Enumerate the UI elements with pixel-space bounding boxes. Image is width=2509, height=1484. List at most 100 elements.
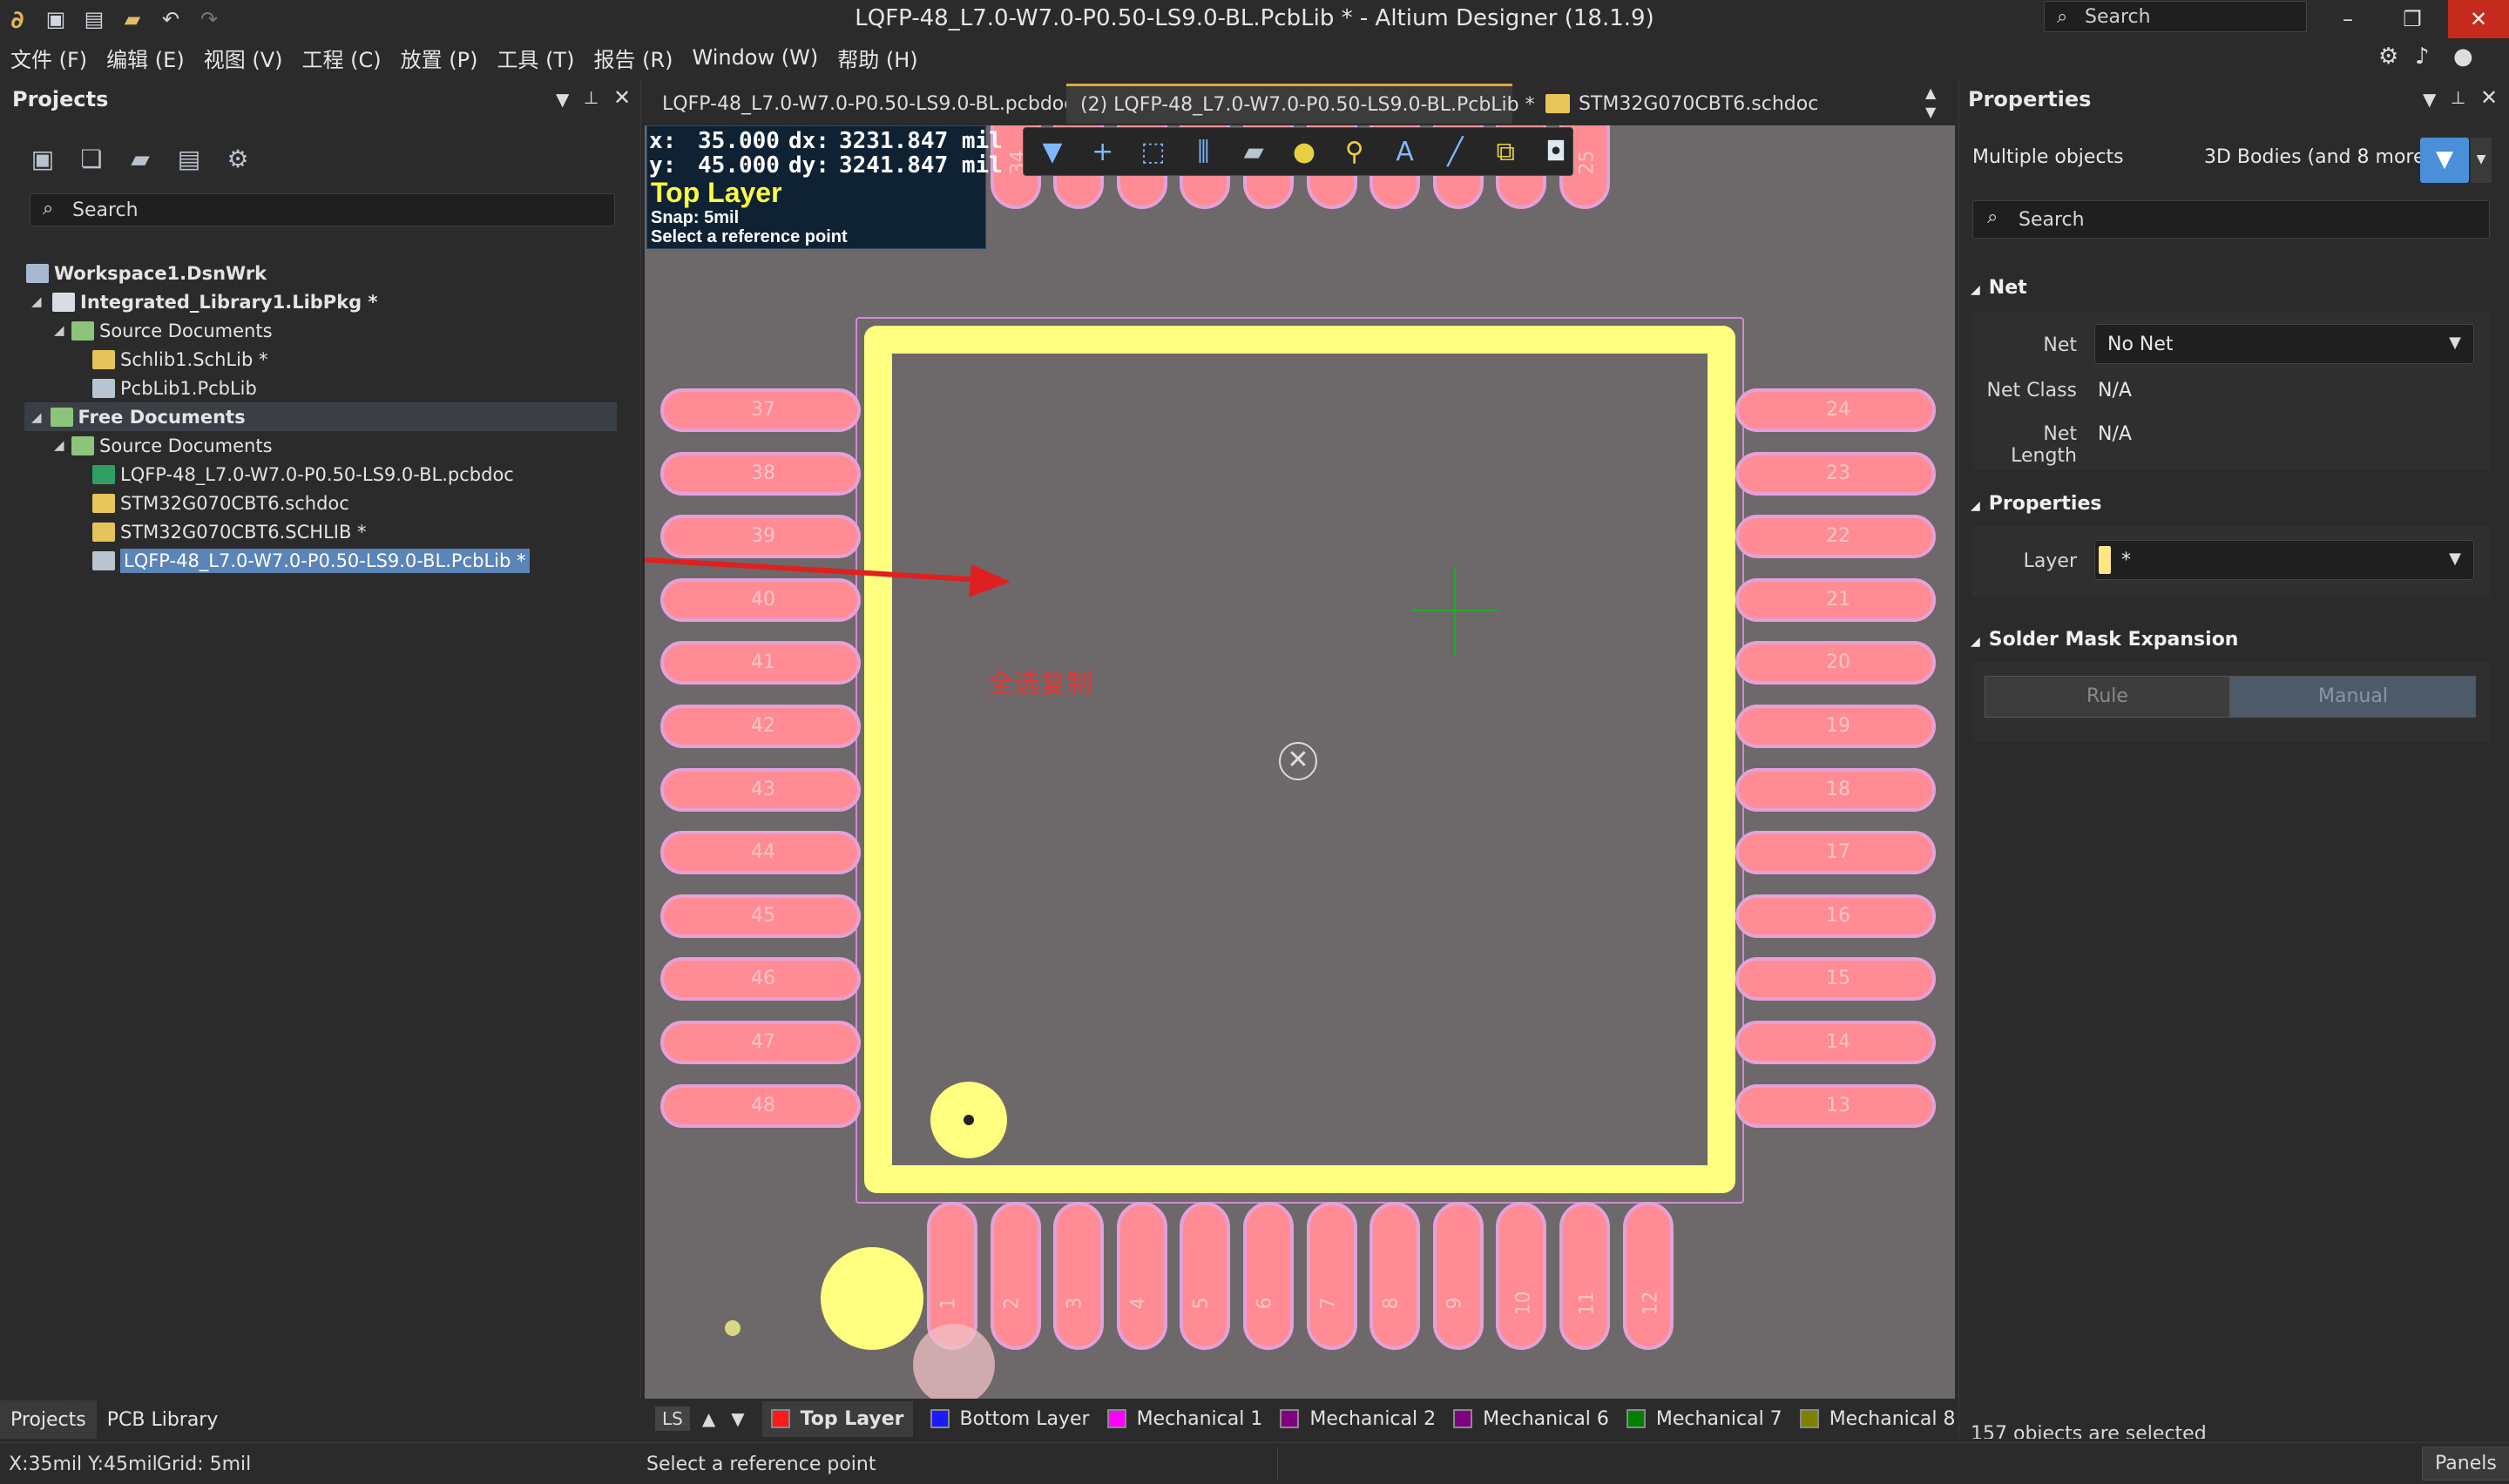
pad-left-41[interactable]: 41 <box>660 641 861 685</box>
expand-triangle-icon[interactable]: ◢ <box>54 322 64 338</box>
save-all-icon[interactable]: ▤ <box>78 5 110 33</box>
solder-mask-section-header[interactable]: ◢ Solder Mask Expansion <box>1971 629 2238 651</box>
pad-left-42[interactable]: 42 <box>660 705 861 748</box>
layer-tab-mech1[interactable]: Mechanical 1 <box>1106 1408 1262 1430</box>
pad-bottom-5[interactable]: 5 <box>1180 1202 1231 1350</box>
redo-icon[interactable]: ↷ <box>193 5 225 33</box>
solder-mask-rule-button[interactable]: Rule <box>1985 676 2230 718</box>
layer-scroll-down-icon[interactable]: ▼ <box>731 1408 744 1429</box>
panel-close-icon[interactable]: ✕ <box>2480 85 2498 110</box>
pad-left-37[interactable]: 37 <box>660 388 861 432</box>
expand-triangle-icon[interactable]: ◢ <box>31 293 42 309</box>
place-region-icon[interactable]: ◘ <box>1539 137 1572 167</box>
pad-left-47[interactable]: 47 <box>660 1021 861 1064</box>
origin-circle-marker[interactable] <box>821 1247 923 1350</box>
menu-help[interactable]: 帮助 (H) <box>827 43 926 73</box>
tree-item-source-documents[interactable]: Source Documents <box>71 431 273 460</box>
layer-tab-bottom[interactable]: Bottom Layer <box>930 1408 1090 1430</box>
pad-right-20[interactable]: 20 <box>1735 641 1936 685</box>
panel-pin-icon[interactable]: ⊥ <box>2451 87 2465 108</box>
menu-edit[interactable]: 编辑 (E) <box>96 43 193 73</box>
move-crosshair-icon[interactable]: + <box>1086 137 1119 167</box>
solder-mask-manual-button[interactable]: Manual <box>2230 676 2476 718</box>
save-icon[interactable]: ▣ <box>40 5 71 33</box>
notifications-bell-icon[interactable]: ♪ <box>2415 44 2430 70</box>
layer-tab-mech2[interactable]: Mechanical 2 <box>1280 1408 1436 1430</box>
layer-dropdown[interactable]: * ▼ <box>2094 540 2474 580</box>
layer-tab-mech6[interactable]: Mechanical 6 <box>1453 1408 1609 1430</box>
panel-close-icon[interactable]: ✕ <box>613 85 631 110</box>
net-section-header[interactable]: ◢ Net <box>1971 277 2027 299</box>
menu-view[interactable]: 视图 (V) <box>193 43 292 73</box>
pad-right-24[interactable]: 24 <box>1735 388 1936 432</box>
pad-bottom-4[interactable]: 4 <box>1116 1202 1167 1350</box>
compile-icon[interactable]: ❏ <box>75 145 108 173</box>
place-pad-icon[interactable]: ▰ <box>1237 137 1270 167</box>
project-options-gear-icon[interactable]: ⚙ <box>221 145 254 173</box>
tree-item-schdoc[interactable]: STM32G070CBT6.schdoc <box>92 489 349 517</box>
menu-tools[interactable]: 工具 (T) <box>486 43 583 73</box>
filter-dropdown-chevron-icon[interactable]: ▼ <box>2471 138 2492 183</box>
expand-triangle-icon[interactable]: ◢ <box>54 437 64 453</box>
pad-left-46[interactable]: 46 <box>660 957 861 1002</box>
pad-left-43[interactable]: 43 <box>660 767 861 812</box>
filter-icon[interactable]: ▼ <box>1036 137 1069 167</box>
pad-right-19[interactable]: 19 <box>1735 705 1936 748</box>
tree-item-source-documents[interactable]: Source Documents <box>71 316 273 345</box>
align-icon[interactable]: ⫼ <box>1187 137 1220 167</box>
pad-right-13[interactable]: 13 <box>1735 1083 1936 1128</box>
pad-bottom-7[interactable]: 7 <box>1306 1202 1357 1350</box>
pad-right-23[interactable]: 23 <box>1735 451 1936 496</box>
tab-pcbdoc[interactable]: LQFP-48_L7.0-W7.0-P0.50-LS9.0-BL.pcbdoc <box>648 84 1074 124</box>
panels-button[interactable]: Panels <box>2422 1447 2509 1481</box>
pad-bottom-6[interactable]: 6 <box>1243 1202 1294 1350</box>
undo-icon[interactable]: ↶ <box>155 5 186 33</box>
tree-item-workspace[interactable]: Workspace1.DsnWrk <box>26 259 267 287</box>
pad-bottom-3[interactable]: 3 <box>1053 1202 1105 1350</box>
pad-bottom-11[interactable]: 11 <box>1559 1202 1610 1350</box>
pad-left-38[interactable]: 38 <box>660 451 861 496</box>
menu-place[interactable]: 放置 (P) <box>390 43 487 73</box>
menu-project[interactable]: 工程 (C) <box>291 43 389 73</box>
pad-right-14[interactable]: 14 <box>1735 1021 1936 1064</box>
menu-window[interactable]: Window (W) <box>681 45 827 70</box>
global-search-input[interactable]: ⌕ Search <box>2044 1 2307 32</box>
open-project-folder-icon[interactable]: ▰ <box>124 145 157 173</box>
pad-left-45[interactable]: 45 <box>660 894 861 938</box>
panel-pin-icon[interactable]: ⊥ <box>584 87 599 108</box>
tree-item-libpkg[interactable]: Integrated_Library1.LibPkg * <box>52 287 378 316</box>
menu-reports[interactable]: 报告 (R) <box>583 43 681 73</box>
pad-right-16[interactable]: 16 <box>1735 894 1936 938</box>
pad-bottom-9[interactable]: 9 <box>1432 1202 1484 1350</box>
place-line-icon[interactable]: ╱ <box>1439 137 1472 167</box>
pad-right-18[interactable]: 18 <box>1735 767 1936 812</box>
pad-bottom-8[interactable]: 8 <box>1369 1202 1421 1350</box>
settings-gear-icon[interactable]: ⚙ <box>2378 44 2398 70</box>
tab-scroll-arrows-icon[interactable]: ▲ ▼ <box>1925 84 1936 122</box>
tab-pcblib-active[interactable]: (2) LQFP-48_L7.0-W7.0-P0.50-LS9.0-BL.Pcb… <box>1066 84 1556 124</box>
tree-item-schlib[interactable]: Schlib1.SchLib * <box>92 345 267 374</box>
select-rectangle-icon[interactable]: ⬚ <box>1137 137 1170 167</box>
close-button[interactable]: ✕ <box>2448 0 2509 38</box>
pad-right-17[interactable]: 17 <box>1735 831 1936 875</box>
pad-right-15[interactable]: 15 <box>1735 957 1936 1002</box>
tab-schdoc[interactable]: STM32G070CBT6.schdoc <box>1540 84 1854 124</box>
menu-file[interactable]: 文件 (F) <box>0 43 96 73</box>
place-arc-icon[interactable]: ⧉ <box>1489 137 1522 167</box>
tree-item-stm32-schlib[interactable]: STM32G070CBT6.SCHLIB * <box>92 517 367 546</box>
layer-scroll-up-icon[interactable]: ▲ <box>702 1408 715 1429</box>
pad-left-48[interactable]: 48 <box>660 1083 861 1128</box>
pad-bottom-2[interactable]: 2 <box>990 1202 1041 1350</box>
pad-right-22[interactable]: 22 <box>1735 515 1936 559</box>
pad-bottom-12[interactable]: 12 <box>1622 1202 1674 1350</box>
layer-tab-mech8[interactable]: Mechanical 8 <box>1799 1408 1955 1430</box>
restore-button[interactable]: ❐ <box>2382 0 2443 38</box>
tab-pcb-library[interactable]: PCB Library <box>97 1400 229 1439</box>
pad-left-44[interactable]: 44 <box>660 831 861 875</box>
tree-item-free-documents[interactable]: ◢ Free Documents <box>24 402 617 431</box>
properties-search-input[interactable]: ⌕ Search <box>1972 200 2490 239</box>
selection-filter-icon[interactable]: ▼ <box>2420 138 2469 183</box>
layer-tab-top[interactable]: Top Layer <box>761 1400 913 1437</box>
save-project-icon[interactable]: ▣ <box>26 145 59 173</box>
open-folder-icon[interactable]: ▰ <box>117 5 148 33</box>
